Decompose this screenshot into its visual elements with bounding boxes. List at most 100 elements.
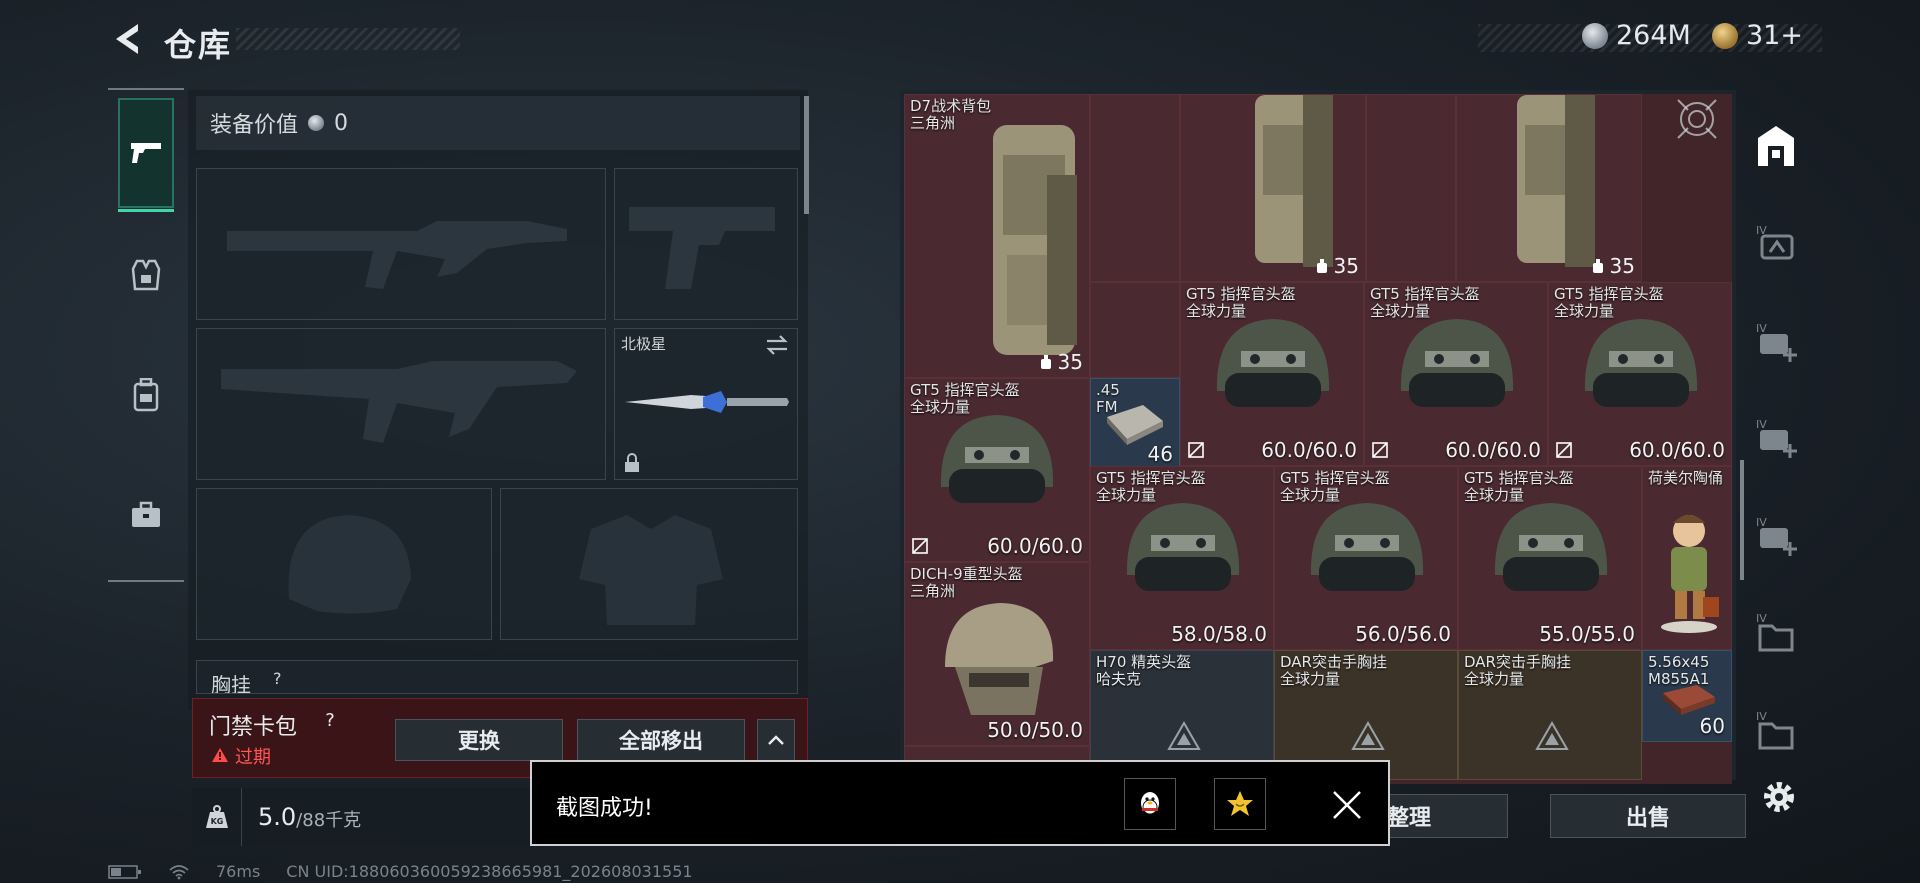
tab-weapons[interactable] — [118, 98, 174, 212]
uid-text: CN UID:18806036005923866598​1_2026080315… — [286, 862, 693, 881]
melee-slot[interactable]: 北极星 — [614, 328, 798, 480]
stash-item[interactable]: 35 — [1456, 94, 1642, 282]
expand-stash-icon-1[interactable]: IV — [1752, 220, 1800, 268]
target-filter-icon[interactable] — [1674, 96, 1720, 142]
sell-button[interactable]: 出售 — [1550, 794, 1746, 838]
stash-item[interactable]: 荷美尔陶俑 — [1642, 466, 1732, 650]
secondary-weapon-slot[interactable] — [614, 168, 798, 320]
stash-scrollbar[interactable] — [1740, 460, 1744, 580]
chevron-up-icon — [768, 735, 784, 745]
close-icon[interactable] — [1330, 788, 1364, 822]
add-stash-icon-1[interactable]: IV — [1752, 318, 1800, 366]
melee-name: 北极星 — [621, 335, 667, 353]
item-name: H70 精英头盔 哈夫克 — [1096, 653, 1192, 688]
loading-triangle-icon — [1167, 721, 1201, 750]
stash-item[interactable]: GT5 指挥官头盔 全球力量 60.0/60.0 — [1180, 282, 1364, 466]
tab-backpack[interactable] — [118, 340, 174, 450]
gold-coin-icon — [1712, 22, 1738, 49]
item-quantity: 35 — [1590, 254, 1635, 278]
no-repair-icon — [1372, 442, 1388, 458]
stash-item[interactable]: DICH-9重型头盔 三角洲 50.0/50.0 — [904, 562, 1090, 746]
share-favorite-button[interactable] — [1214, 778, 1266, 830]
item-quantity: 35 — [1314, 254, 1359, 278]
heavy-helmet-icon — [945, 603, 1054, 715]
stash-item[interactable]: GT5 指挥官头盔 全球力量 60.0/60.0 — [1364, 282, 1548, 466]
svg-text:IV: IV — [1756, 710, 1767, 723]
silver-coin-icon — [1582, 22, 1608, 49]
toast-message: 截图成功! — [556, 796, 653, 821]
keycard-help-icon[interactable]: ? — [317, 707, 343, 733]
no-repair-icon — [912, 538, 928, 554]
stash-item[interactable]: DAR突击手胸挂 全球力量 — [1458, 650, 1642, 780]
stash-folder-icon-1[interactable]: IV — [1752, 608, 1800, 656]
stash-empty-cell[interactable] — [1090, 94, 1180, 282]
item-quantity: 35 — [1038, 350, 1083, 374]
primary-weapon-slot[interactable] — [196, 168, 606, 320]
item-durability: 56.0/56.0 — [1355, 622, 1451, 646]
chest-rig-help[interactable]: ? — [273, 669, 282, 688]
remove-all-button[interactable]: 全部移出 — [577, 719, 745, 761]
backpack-item-icon — [993, 125, 1077, 355]
pistol-icon — [131, 143, 161, 163]
silver-amount: 264M — [1616, 20, 1691, 51]
no-repair-icon — [1188, 442, 1204, 458]
body-armor-slot[interactable] — [500, 488, 798, 640]
stash-item[interactable]: 35 — [1180, 94, 1366, 282]
wifi-icon — [169, 864, 189, 879]
silver-coin-icon — [308, 115, 325, 131]
armor-silhouette-icon — [579, 515, 723, 625]
stash-item[interactable]: GT5 指挥官头盔 全球力量 60.0/60.0 — [904, 378, 1090, 562]
armor-vest-icon — [131, 259, 161, 291]
helmet-item-icon — [1216, 319, 1330, 407]
item-durability: 55.0/55.0 — [1539, 622, 1635, 646]
item-name: DAR突击手胸挂 全球力量 — [1280, 653, 1387, 688]
equipment-value-bar: 装备价值 0 — [196, 96, 800, 150]
helmet-item-icon — [1494, 503, 1608, 591]
tab-case[interactable] — [118, 460, 174, 570]
warehouse-icon[interactable] — [1752, 122, 1800, 170]
keycard-label: 门禁卡包 — [209, 715, 298, 740]
svg-text:IV: IV — [1756, 418, 1767, 431]
helmet-silhouette-icon — [288, 515, 411, 614]
stash-item[interactable]: D7战术背包 三角洲 35 — [904, 94, 1090, 378]
settings-gear-icon[interactable] — [1760, 778, 1798, 816]
stash-item[interactable]: GT5 指挥官头盔 全球力量 60.0/60.0 — [1548, 282, 1732, 466]
helmet-item-icon — [1126, 503, 1240, 591]
tab-armor[interactable] — [118, 220, 174, 330]
weight-current: 5.0 — [258, 803, 297, 831]
stash-empty-cell[interactable] — [1090, 282, 1180, 378]
item-durability: 58.0/58.0 — [1171, 622, 1267, 646]
replace-button[interactable]: 更换 — [395, 719, 563, 761]
stash-item[interactable]: GT5 指挥官头盔 全球力量 55.0/55.0 — [1458, 466, 1642, 650]
gold-currency[interactable]: 31+ — [1712, 20, 1803, 51]
pistol-silhouette-icon — [629, 207, 775, 289]
stash-folder-icon-2[interactable]: IV — [1752, 706, 1800, 754]
figurine-icon — [1661, 515, 1719, 633]
add-stash-icon-2[interactable]: IV — [1752, 414, 1800, 462]
chest-rig-slot[interactable]: 胸挂 ? — [196, 660, 798, 694]
back-arrow-icon[interactable] — [108, 20, 146, 58]
stash-item[interactable]: .45 FM 46 — [1090, 378, 1180, 470]
stash-item[interactable]: 5.56x45 M855A1 60 — [1642, 650, 1732, 742]
primary-weapon-slot-2[interactable] — [196, 328, 606, 480]
page-title: 仓库 — [164, 26, 233, 64]
collapse-button[interactable] — [757, 719, 795, 761]
helmet-item-icon — [940, 415, 1054, 503]
stash-empty-cell[interactable] — [1366, 94, 1456, 282]
swap-icon[interactable] — [765, 335, 789, 355]
silver-currency[interactable]: 264M — [1582, 20, 1691, 51]
stash-item[interactable]: GT5 指挥官头盔 全球力量 58.0/58.0 — [1090, 466, 1274, 650]
no-repair-icon — [1556, 442, 1572, 458]
warning-icon — [212, 748, 228, 762]
weight-capacity: /88千克 — [296, 810, 362, 831]
add-stash-icon-3[interactable]: IV — [1752, 512, 1800, 560]
stash-item[interactable]: GT5 指挥官头盔 全球力量 56.0/56.0 — [1274, 466, 1458, 650]
item-name: DICH-9重型头盔 三角洲 — [910, 565, 1023, 600]
helmet-slot[interactable] — [196, 488, 492, 640]
knife-icon — [625, 391, 789, 413]
loading-triangle-icon — [1351, 721, 1385, 750]
capacity-icon — [1040, 355, 1051, 369]
loadout-scrollbar[interactable] — [804, 96, 809, 214]
backpack-icon — [133, 378, 159, 412]
share-qq-button[interactable] — [1124, 778, 1176, 830]
